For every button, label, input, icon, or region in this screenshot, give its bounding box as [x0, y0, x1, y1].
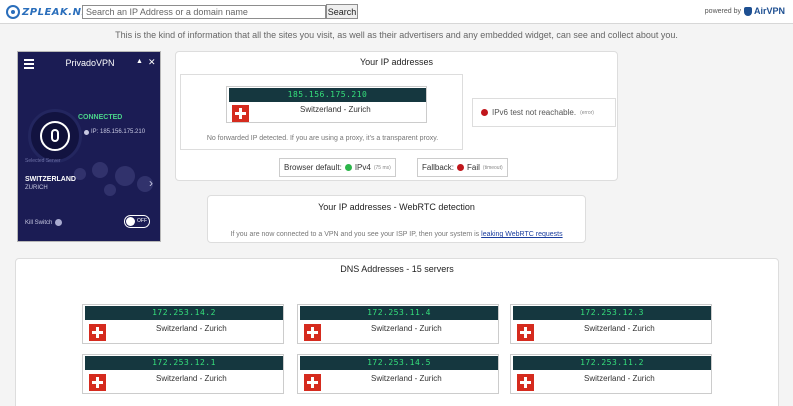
selected-server-label: Selected Server [25, 158, 61, 164]
webrtc-title: Your IP addresses - WebRTC detection [318, 202, 475, 212]
lock-icon [40, 121, 70, 151]
chevron-right-icon[interactable]: › [149, 176, 153, 190]
vpn-ip: IP: 185.156.175.210 [91, 129, 146, 135]
kill-switch: Kill Switch [25, 219, 63, 226]
dns-ip: 172.253.11.2 [513, 356, 711, 370]
fail-dot-icon [457, 164, 465, 171]
dns-server-box[interactable]: 172.253.11.2 Switzerland - Zurich [510, 354, 712, 394]
ipv6-note: (error) [580, 109, 594, 116]
dns-location: Switzerland - Zurich [584, 324, 655, 333]
webrtc-text: If you are now connected to a VPN and yo… [208, 231, 585, 238]
toggle-label: OFF [137, 218, 147, 224]
toggle-knob [126, 217, 135, 226]
dns-location: Switzerland - Zurich [371, 324, 442, 333]
close-icon[interactable]: ✕ [148, 57, 156, 68]
airvpn-brand: AirVPN [753, 6, 785, 16]
browser-default-value: IPv4 [354, 163, 371, 172]
browser-default-pill: Browser default: IPv4 (75 ms) [279, 158, 396, 177]
fallback-label: Fallback: [422, 163, 455, 172]
dns-ip: 172.253.11.4 [300, 306, 498, 320]
search-input[interactable] [82, 5, 326, 19]
location-icon [84, 129, 89, 135]
webrtc-card: Your IP addresses - WebRTC detection If … [207, 195, 586, 243]
browser-default-label: Browser default: [284, 163, 342, 172]
dns-server-box[interactable]: 172.253.14.2 Switzerland - Zurich [82, 304, 284, 344]
vpn-ip-line: IP: 185.156.175.210 [84, 129, 145, 135]
powered-by-label: powered by [704, 7, 741, 15]
webrtc-description: If you are now connected to a VPN and yo… [230, 231, 480, 238]
vpn-status: CONNECTED [78, 114, 123, 121]
ip-addresses-title: Your IP addresses [359, 57, 434, 67]
swiss-flag-icon [89, 324, 106, 341]
dns-ip: 172.253.14.2 [85, 306, 283, 320]
fallback-value: Fail [467, 163, 480, 172]
dns-ip: 172.253.12.1 [85, 356, 283, 370]
ipv6-status: IPv6 test not reachable. (error) [472, 98, 616, 127]
dns-location: Switzerland - Zurich [156, 374, 227, 383]
vpn-connection-ring[interactable] [28, 109, 82, 163]
dns-location: Switzerland - Zurich [156, 324, 227, 333]
logo-icon [6, 5, 20, 19]
fallback-note: (timeout) [482, 164, 503, 171]
swiss-flag-icon [304, 324, 321, 341]
powered-by: powered by AirVPN [705, 6, 785, 16]
kill-switch-label: Kill Switch [25, 219, 53, 226]
dns-title: DNS Addresses - 15 servers [340, 264, 454, 274]
ipv6-text: IPv6 test not reachable. [492, 108, 577, 117]
ip-box[interactable]: 185.156.175.210 Switzerland - Zurich [226, 86, 427, 123]
vpn-country[interactable]: SWITZERLAND [25, 176, 76, 183]
swiss-flag-icon [304, 374, 321, 391]
fallback-pill: Fallback: Fail (timeout) [417, 158, 508, 177]
ip-addresses-card: Your IP addresses 185.156.175.210 Switze… [175, 51, 618, 181]
swiss-flag-icon [517, 324, 534, 341]
vpn-city: ZURICH [25, 185, 48, 191]
ip-value: 185.156.175.210 [229, 88, 426, 102]
top-bar: ZPLEAK.NET Search powered by AirVPN [0, 0, 793, 24]
dns-card: DNS Addresses - 15 servers 172.253.14.2 … [15, 258, 779, 406]
no-forwarded-text: No forwarded IP detected. If you are usi… [206, 135, 439, 142]
world-map-icon [74, 162, 153, 196]
ip-location: Switzerland - Zurich [300, 105, 371, 114]
dns-server-box[interactable]: 172.253.11.4 Switzerland - Zurich [297, 304, 499, 344]
webrtc-leak-link[interactable]: leaking WebRTC requests [481, 231, 562, 238]
dns-ip: 172.253.14.5 [300, 356, 498, 370]
dns-ip: 172.253.12.3 [513, 306, 711, 320]
swiss-flag-icon [89, 374, 106, 391]
swiss-flag-icon [517, 374, 534, 391]
fail-dot-icon [481, 109, 488, 116]
dns-server-box[interactable]: 172.253.14.5 Switzerland - Zurich [297, 354, 499, 394]
dns-server-box[interactable]: 172.253.12.1 Switzerland - Zurich [82, 354, 284, 394]
airvpn-shield-icon [743, 6, 752, 16]
browser-default-ms: (75 ms) [373, 164, 391, 171]
dns-location: Switzerland - Zurich [584, 374, 655, 383]
ip-panel: 185.156.175.210 Switzerland - Zurich No … [180, 74, 463, 150]
search-button[interactable]: Search [326, 4, 358, 19]
ok-dot-icon [344, 164, 352, 171]
vpn-widget[interactable]: PrivadoVPN ▲ ✕ CONNECTED IP: 185.156.175… [17, 51, 161, 242]
dns-server-box[interactable]: 172.253.12.3 Switzerland - Zurich [510, 304, 712, 344]
airvpn-link[interactable]: AirVPN [743, 6, 785, 16]
kill-switch-toggle[interactable]: OFF [124, 215, 150, 228]
info-icon[interactable] [55, 219, 63, 226]
swiss-flag-icon [232, 105, 249, 122]
pin-icon[interactable]: ▲ [136, 58, 143, 65]
dns-location: Switzerland - Zurich [371, 374, 442, 383]
intro-text: This is the kind of information that all… [115, 30, 678, 40]
